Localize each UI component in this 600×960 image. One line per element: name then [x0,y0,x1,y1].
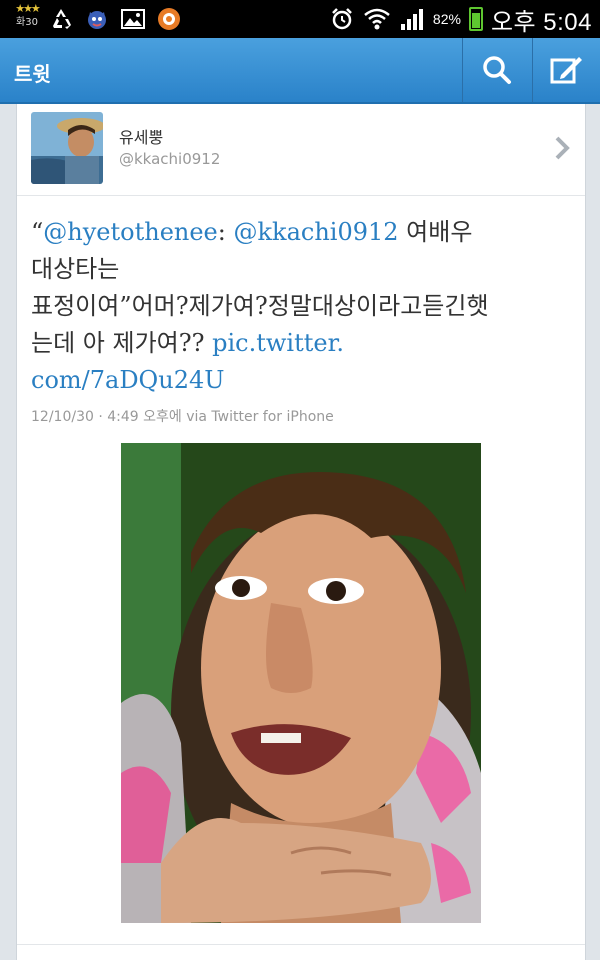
chevron-right-icon[interactable] [553,134,573,162]
quote-mark: “ [31,218,44,246]
battery-icon [468,7,483,31]
action-bar: 트윗 [0,38,600,104]
day-label: 화30 [16,17,38,28]
alarm-icon [332,8,352,30]
text-segment: 표정이여”어머?제가여?정말대상이라고듣긴햇 [31,292,489,320]
status-bar: ★★★ 화30 82% 오후 5:04 [0,0,600,38]
battery-percent: 82% [432,11,461,27]
clock: 오후 5:04 [490,8,592,36]
status-right: 82% 오후 5:04 [329,0,592,38]
divider [17,944,585,945]
tweet-card: 유세뿡 @kkachi0912 “@hyetothenee: @kkachi09… [16,104,586,960]
compose-icon [550,57,582,84]
text-segment: 는데 아 제가여?? [31,329,213,357]
text-colon: : [217,218,234,246]
text-segment: 대상타는 [31,255,120,283]
battery-fill [471,13,480,28]
tweet-meta: 12/10/30 · 4:49 오후에 via Twitter for iPho… [31,409,334,425]
avatar[interactable] [31,112,103,184]
ball-icon [158,8,180,30]
author-handle: @kkachi0912 [119,150,221,168]
pic-link[interactable]: pic.twitter. [212,329,344,357]
search-button[interactable] [462,38,530,102]
tweet-text: “@hyetothenee: @kkachi0912 여배우 대상타는 표정이여… [31,214,571,399]
mention-link[interactable]: @hyetothenee [43,218,217,246]
wifi-icon [364,8,390,30]
tweet-photo[interactable] [121,443,481,923]
mention-link[interactable]: @kkachi0912 [233,218,398,246]
author-name: 유세뿡 [119,128,164,147]
search-icon [482,56,511,84]
mascot-icon [88,11,106,29]
gallery-icon [121,9,145,29]
weather-stars-icon: ★★★ [15,2,41,15]
author-row[interactable]: 유세뿡 @kkachi0912 [17,104,585,196]
screen-title: 트윗 [14,62,51,86]
recycle-icon [53,9,71,29]
weather-widget: ★★★ 화30 [12,2,42,28]
notification-icons [48,6,182,32]
text-segment: 여배우 [398,218,473,246]
signal-icon [400,9,423,30]
compose-button[interactable] [532,38,600,102]
pic-link[interactable]: com/7aDQu24U [31,366,224,394]
